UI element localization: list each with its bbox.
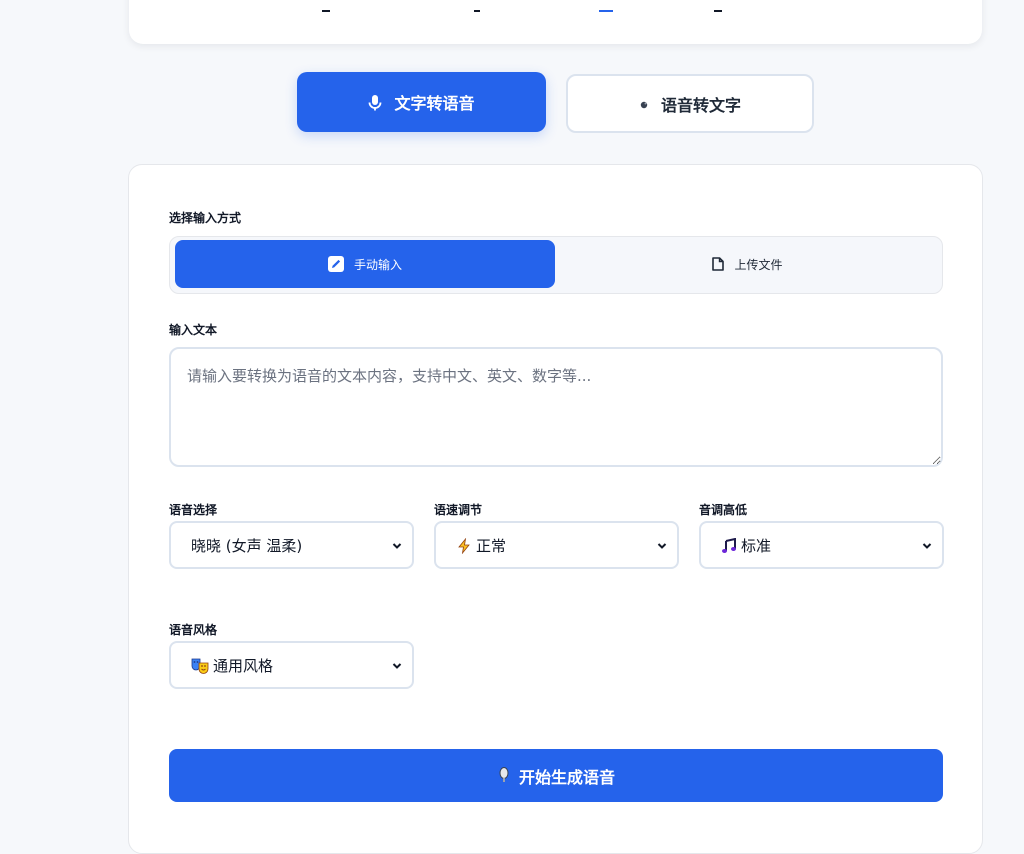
manual-input-button[interactable]: 手动输入 (175, 240, 555, 288)
text-input-label: 输入文本 (169, 323, 218, 337)
top-header-card (129, 0, 982, 44)
tab-speech-to-text-label: 语音转文字 (660, 95, 741, 115)
tab-text-to-speech-label: 文字转语音 (394, 94, 475, 113)
chevron-down-icon (922, 537, 932, 549)
style-select-value: 通用风格 (213, 656, 274, 675)
theater-masks-icon (191, 656, 209, 675)
pitch-select[interactable]: 标准 (699, 521, 944, 569)
microphone-icon (497, 767, 511, 785)
generate-speech-button[interactable]: 开始生成语音 (169, 749, 943, 802)
speed-select-value: 正常 (476, 536, 507, 555)
voice-select-label: 语音选择 (169, 503, 218, 517)
chevron-down-icon (392, 537, 402, 549)
pencil-icon (327, 256, 344, 272)
partial-icon (714, 6, 722, 12)
voice-select-value: 晓晓 (女声 温柔) (191, 536, 303, 555)
upload-file-label: 上传文件 (734, 257, 783, 272)
pitch-select-label: 音调高低 (699, 503, 748, 517)
tab-speech-to-text[interactable]: 语音转文字 (566, 74, 814, 133)
chevron-down-icon (657, 537, 667, 549)
generate-speech-label: 开始生成语音 (518, 769, 615, 787)
style-select-label: 语音风格 (169, 623, 218, 637)
lightning-icon (456, 536, 472, 555)
input-method-toggle: 手动输入 上传文件 (169, 236, 943, 294)
text-input-area[interactable] (169, 347, 943, 467)
speed-select[interactable]: 正常 (434, 521, 679, 569)
voice-select[interactable]: 晓晓 (女声 温柔) (169, 521, 414, 569)
input-method-label: 选择输入方式 (169, 211, 242, 225)
speed-select-label: 语速调节 (434, 503, 483, 517)
record-icon (639, 94, 649, 113)
chevron-down-icon (392, 657, 402, 669)
file-icon (712, 257, 725, 272)
tts-form-card: 选择输入方式 手动输入 上传文件 输入文本 语音选择 (128, 164, 983, 854)
partial-icon (322, 6, 330, 12)
microphone-icon (368, 93, 382, 112)
manual-input-label: 手动输入 (353, 257, 402, 272)
partial-icon (599, 6, 613, 12)
style-select[interactable]: 通用风格 (169, 641, 414, 689)
mode-tabs: 文字转语音 语音转文字 (297, 72, 817, 134)
upload-file-button[interactable]: 上传文件 (556, 240, 939, 288)
tab-text-to-speech[interactable]: 文字转语音 (297, 72, 546, 132)
pitch-select-value: 标准 (741, 536, 772, 555)
music-note-icon (721, 536, 737, 555)
partial-icon (474, 6, 480, 12)
